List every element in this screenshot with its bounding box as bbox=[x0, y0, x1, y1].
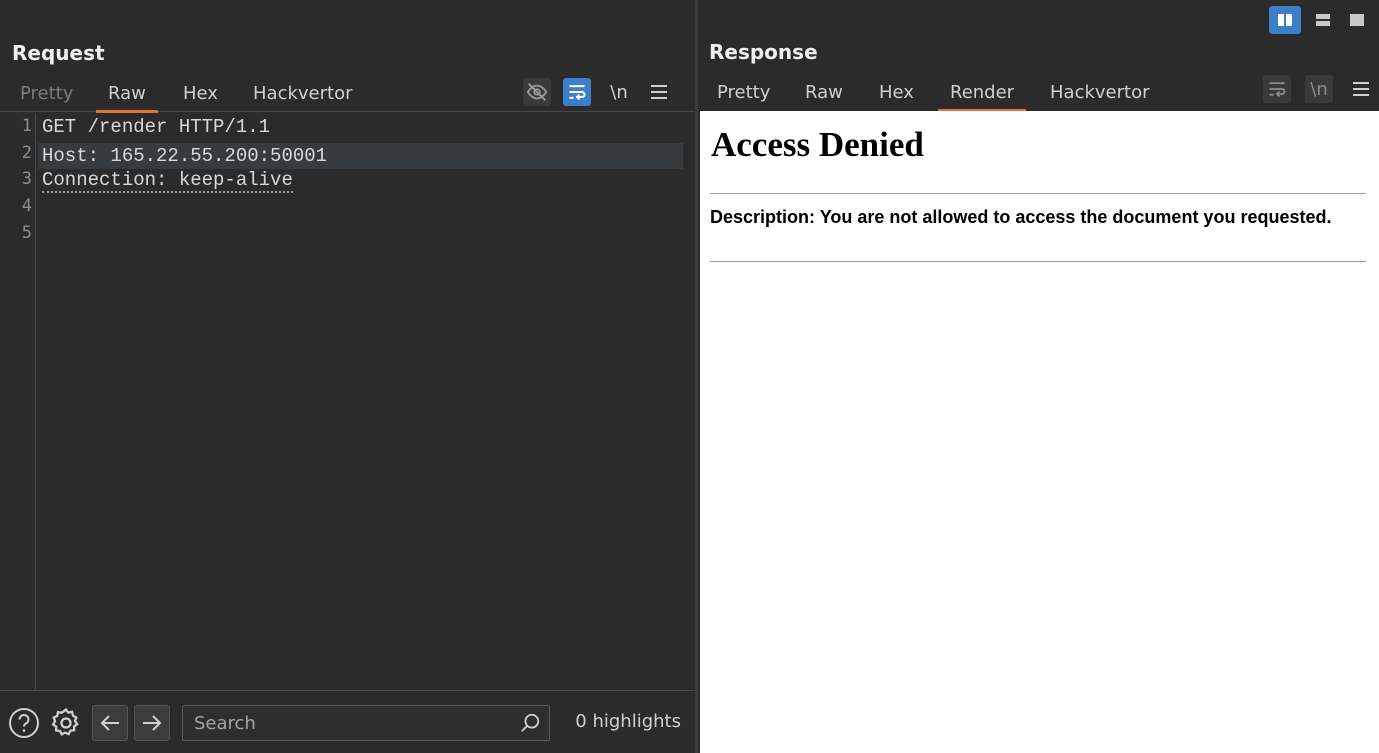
single-pane-icon[interactable] bbox=[1341, 6, 1373, 34]
split-columns-icon[interactable] bbox=[1269, 6, 1301, 34]
arrow-left-icon[interactable] bbox=[92, 705, 128, 741]
wrap-icon[interactable] bbox=[1263, 75, 1291, 103]
tab-response-raw[interactable]: Raw bbox=[803, 79, 845, 110]
arrow-right-icon[interactable] bbox=[134, 705, 170, 741]
search-input[interactable] bbox=[183, 706, 503, 740]
connection-header-text: Connection: keep-alive bbox=[42, 169, 293, 193]
rendered-divider bbox=[710, 193, 1366, 194]
eye-off-icon[interactable] bbox=[523, 78, 551, 106]
help-icon[interactable] bbox=[6, 705, 42, 741]
wrap-icon[interactable] bbox=[563, 78, 591, 106]
response-pane: Response Pretty Raw Hex Render Hackverto… bbox=[698, 0, 1379, 753]
line-number: 3 bbox=[21, 169, 32, 189]
request-title: Request bbox=[12, 41, 105, 65]
rendered-response: Access Denied Description: You are not a… bbox=[700, 111, 1379, 753]
request-pane: Request Pretty Raw Hex Hackvertor \n 1 2… bbox=[0, 0, 695, 753]
search-icon[interactable] bbox=[519, 712, 541, 734]
request-footer: 0 highlights bbox=[0, 690, 695, 753]
code-line-host[interactable]: Host: 165.22.55.200:50001 bbox=[38, 143, 683, 169]
response-toolbar: \n bbox=[1263, 75, 1375, 103]
hamburger-icon[interactable] bbox=[645, 78, 673, 106]
tab-response-hackvertor[interactable]: Hackvertor bbox=[1048, 79, 1151, 110]
newline-toggle[interactable]: \n bbox=[605, 78, 633, 106]
request-toolbar: \n bbox=[521, 78, 681, 106]
rendered-description: Description: You are not allowed to acce… bbox=[710, 207, 1332, 227]
code-line-request-line[interactable]: GET /render HTTP/1.1 bbox=[42, 114, 270, 140]
tab-response-pretty[interactable]: Pretty bbox=[715, 79, 772, 110]
line-number-gutter: 1 2 3 4 5 bbox=[0, 113, 36, 690]
response-title: Response bbox=[709, 40, 818, 64]
gear-icon[interactable] bbox=[48, 705, 84, 741]
line-number: 5 bbox=[21, 223, 32, 243]
tab-response-hex[interactable]: Hex bbox=[877, 79, 916, 110]
hamburger-icon[interactable] bbox=[1347, 75, 1375, 103]
rendered-heading: Access Denied bbox=[711, 125, 924, 164]
layout-switcher bbox=[1269, 6, 1375, 34]
tab-request-hex[interactable]: Hex bbox=[181, 80, 220, 111]
tab-response-render[interactable]: Render bbox=[937, 79, 1027, 112]
line-number: 4 bbox=[21, 196, 32, 216]
request-editor[interactable]: 1 2 3 4 5 GET /render HTTP/1.1 Host: 165… bbox=[0, 113, 695, 690]
line-number: 1 bbox=[21, 116, 32, 136]
code-line-connection[interactable]: Connection: keep-alive bbox=[42, 167, 293, 193]
rendered-divider bbox=[710, 261, 1366, 262]
tab-request-pretty[interactable]: Pretty bbox=[18, 80, 75, 111]
tab-request-raw[interactable]: Raw bbox=[96, 80, 158, 113]
search-field bbox=[182, 705, 550, 741]
newline-toggle[interactable]: \n bbox=[1305, 75, 1333, 103]
repeater-window: Request Pretty Raw Hex Hackvertor \n 1 2… bbox=[0, 0, 1379, 753]
split-rows-icon[interactable] bbox=[1307, 6, 1339, 34]
tab-request-hackvertor[interactable]: Hackvertor bbox=[251, 80, 354, 111]
line-number: 2 bbox=[21, 143, 32, 163]
highlights-count: 0 highlights bbox=[575, 711, 681, 732]
